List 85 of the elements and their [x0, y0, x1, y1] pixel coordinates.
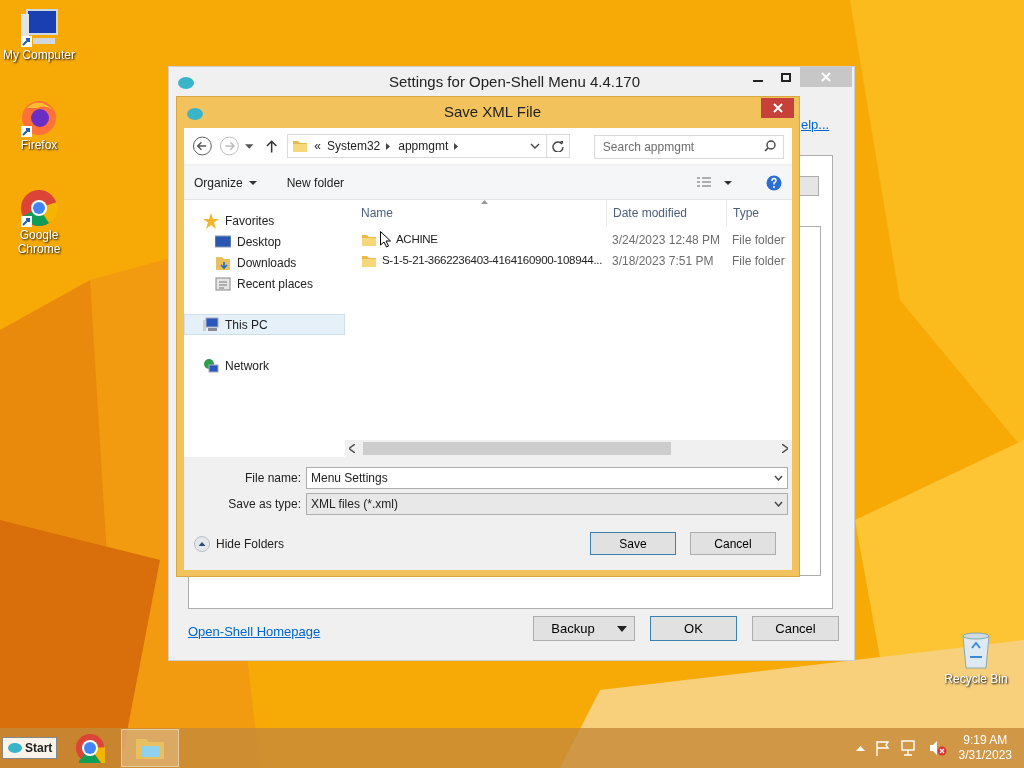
column-header[interactable]: Name	[345, 200, 606, 226]
breadcrumb-item[interactable]: System32	[326, 137, 381, 155]
star-icon	[203, 212, 219, 229]
start-button[interactable]: Start	[2, 737, 58, 759]
muted-speaker-icon	[928, 740, 947, 756]
address-bar[interactable]: « System32 appmgmt	[287, 134, 548, 158]
file-name[interactable]: ACHINE	[396, 230, 438, 249]
organize-button[interactable]: Organize	[194, 173, 257, 192]
nav-item[interactable]: Network	[184, 355, 345, 376]
cursor-icon	[380, 231, 391, 248]
chevron-icon	[454, 142, 459, 150]
downloads-folder-icon	[215, 254, 231, 271]
computer-icon	[203, 316, 219, 333]
up-arrow-icon	[265, 139, 278, 153]
recent-places-icon	[215, 275, 231, 292]
view-list-icon	[696, 175, 712, 190]
computer-icon	[19, 8, 59, 48]
nav-item[interactable]: This PC	[184, 314, 345, 335]
folder-icon	[292, 138, 309, 154]
file-type: File folder	[731, 252, 786, 270]
refresh-button[interactable]	[547, 134, 570, 158]
file-name-field[interactable]: Menu Settings	[306, 467, 788, 489]
hide-folders-button[interactable]: Hide Folders	[194, 534, 285, 553]
field-label: Save as type:	[227, 496, 302, 513]
close-icon	[772, 103, 783, 113]
dialog-button[interactable]: OK	[650, 616, 737, 641]
scrollbar-thumb[interactable]	[363, 442, 671, 455]
browser-icon	[19, 188, 59, 228]
folder-icon	[135, 736, 166, 760]
column-header[interactable]: Type	[726, 200, 792, 226]
search-icon	[764, 140, 776, 152]
file-type: File folder	[731, 231, 786, 249]
dialog-button[interactable]: Cancel	[752, 616, 839, 641]
sort-arrow-icon	[481, 200, 488, 204]
nav-item[interactable]: Desktop	[184, 231, 345, 252]
nav-item[interactable]: Recent places	[184, 273, 345, 294]
dialog-button[interactable]: Save	[590, 532, 676, 555]
collapse-icon	[194, 535, 210, 552]
network-icon	[203, 357, 219, 374]
settings-button[interactable]	[799, 176, 819, 196]
close-button[interactable]	[761, 98, 794, 118]
backup-button[interactable]: Backup	[533, 616, 635, 641]
file-type-dropdown[interactable]: XML files (*.xml)	[306, 493, 788, 515]
breadcrumb-item[interactable]: «	[314, 137, 321, 155]
help-icon	[766, 174, 782, 191]
chevron-icon	[386, 142, 391, 150]
dialog-button[interactable]: Cancel	[690, 532, 776, 555]
nav-item[interactable]: Favorites	[184, 210, 345, 231]
nav-item[interactable]: Downloads	[184, 252, 345, 273]
field-label: File name:	[243, 470, 302, 487]
window-title: Settings for Open-Shell Menu 4.4.170	[389, 71, 640, 92]
minimize-icon	[753, 80, 763, 82]
shell-icon	[177, 75, 195, 89]
date-modified: 3/24/2023 12:48 PM	[611, 231, 722, 249]
shell-icon	[7, 742, 23, 754]
refresh-icon	[552, 140, 564, 152]
back-icon	[192, 135, 213, 157]
search-field[interactable]: Search appmgmt	[593, 135, 784, 159]
fox-browser-icon	[19, 98, 59, 138]
column-header[interactable]: Date modified	[606, 200, 726, 226]
browser-icon	[75, 733, 106, 763]
taskbar-button[interactable]	[73, 731, 108, 765]
caret-icon	[530, 143, 541, 149]
flag-icon	[874, 740, 891, 756]
caret-up-icon	[855, 745, 865, 751]
caret-icon	[245, 143, 254, 149]
dialog-title: Save XML File	[444, 102, 541, 123]
desktop-icon	[215, 233, 231, 250]
homepage-link[interactable]: Open-Shell Homepage	[188, 622, 321, 642]
shell-icon	[186, 105, 204, 120]
caret-icon	[724, 180, 732, 185]
caret-icon	[248, 180, 257, 185]
horizontal-scrollbar[interactable]	[345, 440, 792, 457]
caret-icon	[616, 625, 627, 632]
maximize-icon	[781, 72, 791, 82]
recycle-bin-icon	[960, 630, 992, 670]
caret-icon	[774, 475, 783, 481]
date-modified: 3/18/2023 7:51 PM	[611, 252, 715, 270]
file-name[interactable]: S-1-5-21-3662236403-4164160900-108944...	[382, 251, 603, 270]
close-icon	[821, 72, 831, 82]
forward-icon	[218, 135, 240, 157]
help-link[interactable]: elp...	[801, 115, 830, 135]
caret-icon	[774, 501, 783, 507]
new-folder-button[interactable]: New folder	[286, 173, 345, 192]
breadcrumb-item[interactable]: appmgmt	[398, 137, 449, 155]
